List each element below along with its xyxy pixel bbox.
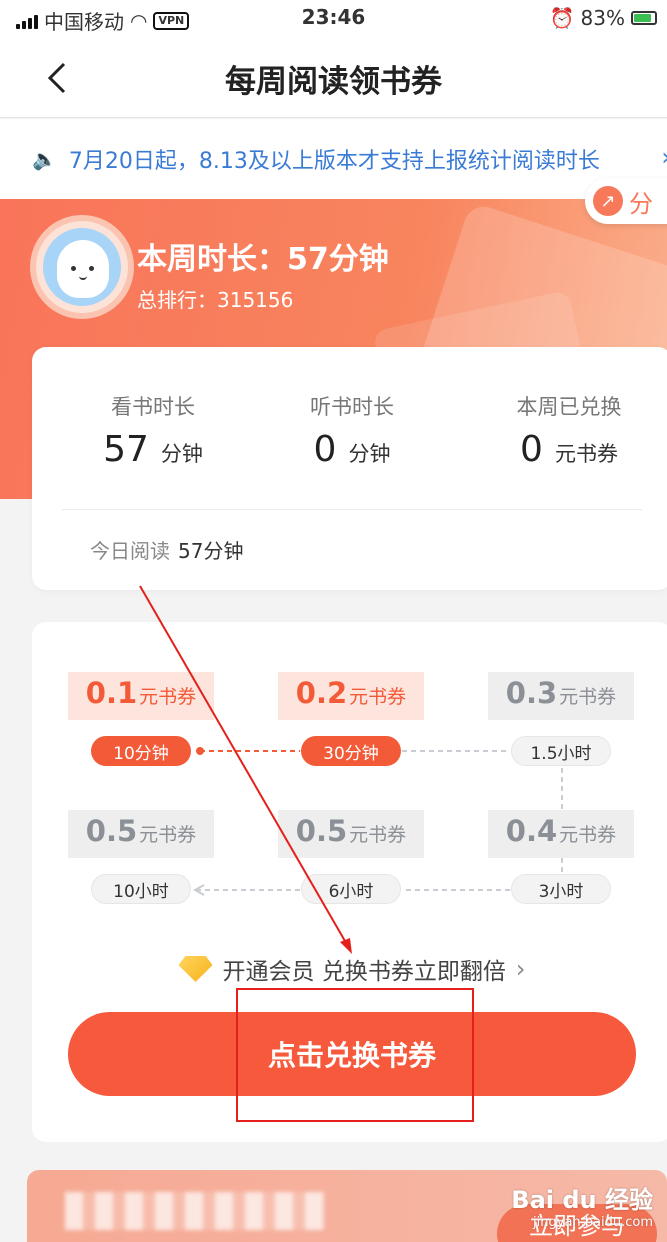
ticket-unit: 元书券 (139, 686, 197, 708)
divider (62, 509, 642, 510)
stat-label: 本周已兑换 (516, 395, 622, 419)
tier-time-6: 10小时 (91, 874, 191, 904)
avatar[interactable] (30, 215, 134, 319)
ticket-tier-2: 0.2 元书券 (278, 672, 424, 720)
stat-listening: 听书时长 0 分钟 (287, 391, 417, 470)
stat-unit: 分钟 (348, 442, 391, 466)
watermark-brand: Bai du 经验 (511, 1186, 653, 1214)
today-value: 57分钟 (178, 539, 244, 563)
weekly-label: 本周时长： (137, 242, 287, 277)
watermark-url: jingyan.baidu.com (533, 1215, 653, 1230)
ticket-unit: 元书券 (349, 686, 407, 708)
stat-value: 0 (520, 429, 543, 470)
ticket-tier-6: 0.5 元书券 (68, 810, 214, 858)
stat-reading: 看书时长 57 分钟 (88, 391, 218, 470)
speaker-icon: 🔈 (32, 147, 57, 171)
weekly-duration: 本周时长：57分钟 (137, 234, 389, 278)
stat-value-row: 0 元书券 (494, 429, 644, 470)
vip-promo-link[interactable]: 开通会员 兑换书券立即翻倍 › (32, 952, 667, 986)
back-button[interactable] (44, 60, 74, 96)
nav-bar: 每周阅读领书券 (0, 36, 667, 118)
watermark: Bai du 经验 jingyan.baidu.com (511, 1180, 653, 1230)
reward-card: 0.1 元书券 10分钟 0.2 元书券 30分钟 0.3 元书券 1.5小时 0.4… (32, 622, 667, 1142)
ticket-unit: 元书券 (139, 824, 197, 846)
battery-icon (631, 11, 657, 25)
ticket-tier-3: 0.3 元书券 (488, 672, 634, 720)
tier-time-3: 1.5小时 (511, 736, 611, 766)
redeem-button[interactable]: 点击兑换书券 (68, 1012, 636, 1096)
tier-time-5: 6小时 (301, 874, 401, 904)
weekly-value: 57分钟 (287, 242, 389, 277)
diamond-icon (178, 956, 213, 982)
share-label: 分 (629, 189, 653, 218)
rank-label: 总排行： (137, 288, 217, 312)
ticket-unit: 元书券 (559, 824, 617, 846)
stat-value: 0 (313, 429, 337, 470)
avatar-eye (71, 266, 76, 271)
progress-dot (196, 747, 204, 755)
notice-text: 7月20日起，8.13及以上版本才支持上报统计阅读时长 (68, 149, 600, 174)
total-rank: 总排行：315156 (137, 284, 293, 313)
chevron-left-icon (47, 62, 66, 94)
ticket-tier-5: 0.5 元书券 (278, 810, 424, 858)
ticket-amount: 0.5 (295, 814, 348, 848)
vip-promo-text: 开通会员 兑换书券立即翻倍 (222, 959, 506, 985)
ticket-amount: 0.3 (505, 676, 558, 710)
notice-bar[interactable]: 🔈 7月20日起，8.13及以上版本才支持上报统计阅读时长 › (0, 119, 667, 199)
tier-time-4: 3小时 (511, 874, 611, 904)
stat-value-row: 57 分钟 (88, 429, 218, 470)
avatar-eye (89, 266, 94, 271)
stat-value: 57 (103, 429, 149, 470)
ticket-amount: 0.5 (85, 814, 138, 848)
today-reading: 今日阅读 57分钟 (90, 535, 243, 564)
ticket-amount: 0.2 (295, 676, 348, 710)
tier-time-2: 30分钟 (301, 736, 401, 766)
alarm-icon: ⏰ (549, 6, 575, 30)
avatar-face (43, 228, 121, 306)
stats-card: 看书时长 57 分钟 听书时长 0 分钟 本周已兑换 0 元书券 今日阅读 57分钟 (32, 347, 667, 590)
ticket-tier-1: 0.1 元书券 (68, 672, 214, 720)
ticket-tier-4: 0.4 元书券 (488, 810, 634, 858)
stat-value-row: 0 分钟 (287, 429, 417, 470)
tier-time-1: 10分钟 (91, 736, 191, 766)
share-icon: ↗ (593, 186, 623, 216)
share-button[interactable]: ↗ 分 (585, 178, 667, 224)
ticket-unit: 元书券 (349, 824, 407, 846)
stat-redeemed: 本周已兑换 0 元书券 (494, 391, 644, 470)
ticket-amount: 0.4 (505, 814, 558, 848)
stat-unit: 分钟 (160, 442, 203, 466)
ticket-unit: 元书券 (559, 686, 617, 708)
page-title: 每周阅读领书券 (225, 64, 442, 100)
ticket-amount: 0.1 (85, 676, 138, 710)
status-right: ⏰ 83% (550, 6, 657, 30)
status-bar: 中国移动 ◠ VPN 23:46 ⏰ 83% (0, 0, 667, 36)
stat-label: 听书时长 (310, 395, 394, 419)
battery-fill (634, 14, 651, 22)
avatar-mouth (79, 276, 87, 280)
stat-unit: 元书券 (554, 442, 618, 466)
blurred-text (65, 1192, 325, 1230)
chevron-right-icon: › (515, 955, 526, 983)
rank-value: 315156 (217, 288, 294, 312)
chevron-right-icon: › (661, 143, 667, 171)
battery-percent: 83% (580, 6, 625, 30)
today-label: 今日阅读 (90, 539, 170, 563)
stat-label: 看书时长 (111, 395, 195, 419)
